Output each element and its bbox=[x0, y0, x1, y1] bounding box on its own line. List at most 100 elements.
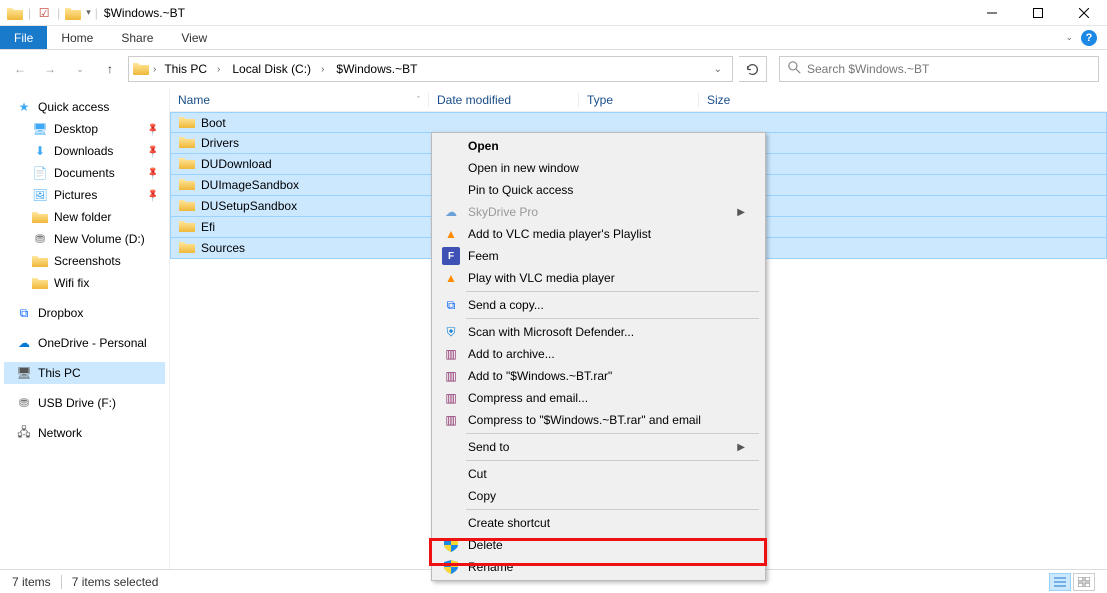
recent-dropdown-icon[interactable]: ⌄ bbox=[68, 57, 92, 81]
drive-icon: ⛃ bbox=[32, 231, 48, 247]
sidebar-item-newvolume[interactable]: ⛃New Volume (D:) bbox=[4, 228, 165, 250]
sidebar-item-documents[interactable]: 📄Documents bbox=[4, 162, 165, 184]
col-size[interactable]: Size bbox=[698, 93, 778, 107]
chevron-right-icon: ▶ bbox=[737, 207, 745, 218]
sidebar-item-screenshots[interactable]: Screenshots bbox=[4, 250, 165, 272]
ctx-open-new-window[interactable]: Open in new window bbox=[434, 157, 763, 179]
minimize-button[interactable] bbox=[969, 0, 1015, 26]
ctx-send-copy[interactable]: ⧉Send a copy... bbox=[434, 294, 763, 316]
folder-icon bbox=[179, 115, 195, 131]
search-icon bbox=[788, 61, 801, 77]
dropbox-icon: ⧉ bbox=[442, 296, 460, 314]
ctx-compress-email[interactable]: ▥Compress and email... bbox=[434, 387, 763, 409]
maximize-button[interactable] bbox=[1015, 0, 1061, 26]
sidebar-item-quickaccess[interactable]: ★Quick access bbox=[4, 96, 165, 118]
back-button[interactable]: ← bbox=[8, 57, 32, 81]
pictures-icon: 🖼 bbox=[32, 187, 48, 203]
folder-icon bbox=[32, 275, 48, 291]
column-headers: Nameˆ Date modified Type Size bbox=[170, 88, 1107, 112]
sidebar-item-pictures[interactable]: 🖼Pictures bbox=[4, 184, 165, 206]
refresh-button[interactable] bbox=[739, 56, 767, 82]
navrow: ← → ⌄ ↑ › This PC› Local Disk (C:)› $Win… bbox=[0, 50, 1107, 88]
qat-dropdown-icon[interactable]: ▾ bbox=[86, 7, 91, 18]
tab-view[interactable]: View bbox=[167, 26, 221, 49]
sidebar-item-dropbox[interactable]: ⧉Dropbox bbox=[4, 302, 165, 324]
folder-icon bbox=[179, 240, 195, 256]
ctx-pin-quick-access[interactable]: Pin to Quick access bbox=[434, 179, 763, 201]
qat-sep: | bbox=[28, 6, 31, 20]
folder-icon bbox=[179, 219, 195, 235]
view-details-button[interactable] bbox=[1049, 573, 1071, 591]
search-input[interactable]: Search $Windows.~BT bbox=[779, 56, 1099, 82]
ctx-rename[interactable]: Rename bbox=[434, 556, 763, 578]
up-button[interactable]: ↑ bbox=[98, 57, 122, 81]
sidebar-item-newfolder[interactable]: New folder bbox=[4, 206, 165, 228]
ctx-send-to[interactable]: Send to▶ bbox=[434, 436, 763, 458]
sidebar-item-desktop[interactable]: 🖥Desktop bbox=[4, 118, 165, 140]
folder-icon bbox=[179, 198, 195, 214]
onedrive-icon: ☁ bbox=[16, 335, 32, 351]
folder-icon bbox=[179, 156, 195, 172]
ctx-cut[interactable]: Cut bbox=[434, 463, 763, 485]
col-date[interactable]: Date modified bbox=[428, 93, 578, 107]
documents-icon: 📄 bbox=[32, 165, 48, 181]
window-title: $Windows.~BT bbox=[104, 6, 185, 20]
col-type[interactable]: Type bbox=[578, 93, 698, 107]
winrar-icon: ▥ bbox=[442, 345, 460, 363]
folder-icon bbox=[179, 135, 195, 151]
crumb-thispc[interactable]: This PC› bbox=[160, 62, 224, 76]
chevron-right-icon: ▶ bbox=[737, 442, 745, 453]
col-name[interactable]: Nameˆ bbox=[178, 93, 428, 107]
sidebar-item-network[interactable]: 🖧Network bbox=[4, 422, 165, 444]
view-icons-button[interactable] bbox=[1073, 573, 1095, 591]
ctx-add-rar[interactable]: ▥Add to "$Windows.~BT.rar" bbox=[434, 365, 763, 387]
qat-properties-icon[interactable]: ☑ bbox=[35, 6, 53, 20]
address-bar[interactable]: › This PC› Local Disk (C:)› $Windows.~BT… bbox=[128, 56, 733, 82]
uac-shield-icon bbox=[442, 536, 460, 554]
ctx-delete[interactable]: Delete bbox=[434, 534, 763, 556]
ctx-copy[interactable]: Copy bbox=[434, 485, 763, 507]
qat-newfolder-icon[interactable] bbox=[64, 4, 82, 22]
forward-button[interactable]: → bbox=[38, 57, 62, 81]
search-placeholder: Search $Windows.~BT bbox=[807, 62, 929, 76]
ctx-create-shortcut[interactable]: Create shortcut bbox=[434, 512, 763, 534]
tab-home[interactable]: Home bbox=[47, 26, 107, 49]
sidebar: ★Quick access 🖥Desktop ⬇Downloads 📄Docum… bbox=[0, 88, 170, 569]
sidebar-item-usb[interactable]: ⛃USB Drive (F:) bbox=[4, 392, 165, 414]
ctx-compress-rar-email[interactable]: ▥Compress to "$Windows.~BT.rar" and emai… bbox=[434, 409, 763, 431]
folder-icon bbox=[32, 209, 48, 225]
ctx-defender[interactable]: ⛨Scan with Microsoft Defender... bbox=[434, 321, 763, 343]
crumb-current[interactable]: $Windows.~BT bbox=[332, 62, 421, 76]
ctx-feem[interactable]: FFeem bbox=[434, 245, 763, 267]
tab-share[interactable]: Share bbox=[107, 26, 167, 49]
winrar-icon: ▥ bbox=[442, 389, 460, 407]
ctx-skydrive-pro: ☁SkyDrive Pro▶ bbox=[434, 201, 763, 223]
close-button[interactable] bbox=[1061, 0, 1107, 26]
address-folder-icon bbox=[133, 61, 149, 78]
qat-sep2: | bbox=[57, 6, 60, 20]
folder-icon bbox=[32, 253, 48, 269]
tab-file[interactable]: File bbox=[0, 26, 47, 49]
sidebar-item-onedrive[interactable]: ☁OneDrive - Personal bbox=[4, 332, 165, 354]
winrar-icon: ▥ bbox=[442, 367, 460, 385]
help-icon[interactable]: ? bbox=[1081, 30, 1097, 46]
winrar-icon: ▥ bbox=[442, 411, 460, 429]
file-row[interactable]: Boot bbox=[170, 112, 1107, 133]
ctx-vlc-play[interactable]: ▲Play with VLC media player bbox=[434, 267, 763, 289]
sidebar-item-wififix[interactable]: Wifi fix bbox=[4, 272, 165, 294]
ctx-vlc-playlist[interactable]: ▲Add to VLC media player's Playlist bbox=[434, 223, 763, 245]
sort-indicator-icon: ˆ bbox=[417, 95, 420, 105]
ribbon-expand-icon[interactable]: ⌄ bbox=[1065, 32, 1073, 43]
app-folder-icon bbox=[6, 4, 24, 22]
uac-shield-icon bbox=[442, 558, 460, 576]
address-dropdown-icon[interactable]: ⌄ bbox=[708, 64, 728, 75]
chevron-icon[interactable]: › bbox=[153, 64, 156, 75]
sidebar-item-downloads[interactable]: ⬇Downloads bbox=[4, 140, 165, 162]
crumb-localdisk[interactable]: Local Disk (C:)› bbox=[228, 62, 328, 76]
ctx-open[interactable]: Open bbox=[434, 135, 763, 157]
context-menu: Open Open in new window Pin to Quick acc… bbox=[431, 132, 766, 581]
status-count: 7 items bbox=[12, 575, 51, 589]
ctx-add-archive[interactable]: ▥Add to archive... bbox=[434, 343, 763, 365]
sidebar-item-thispc[interactable]: 🖥This PC bbox=[4, 362, 165, 384]
usb-icon: ⛃ bbox=[16, 395, 32, 411]
